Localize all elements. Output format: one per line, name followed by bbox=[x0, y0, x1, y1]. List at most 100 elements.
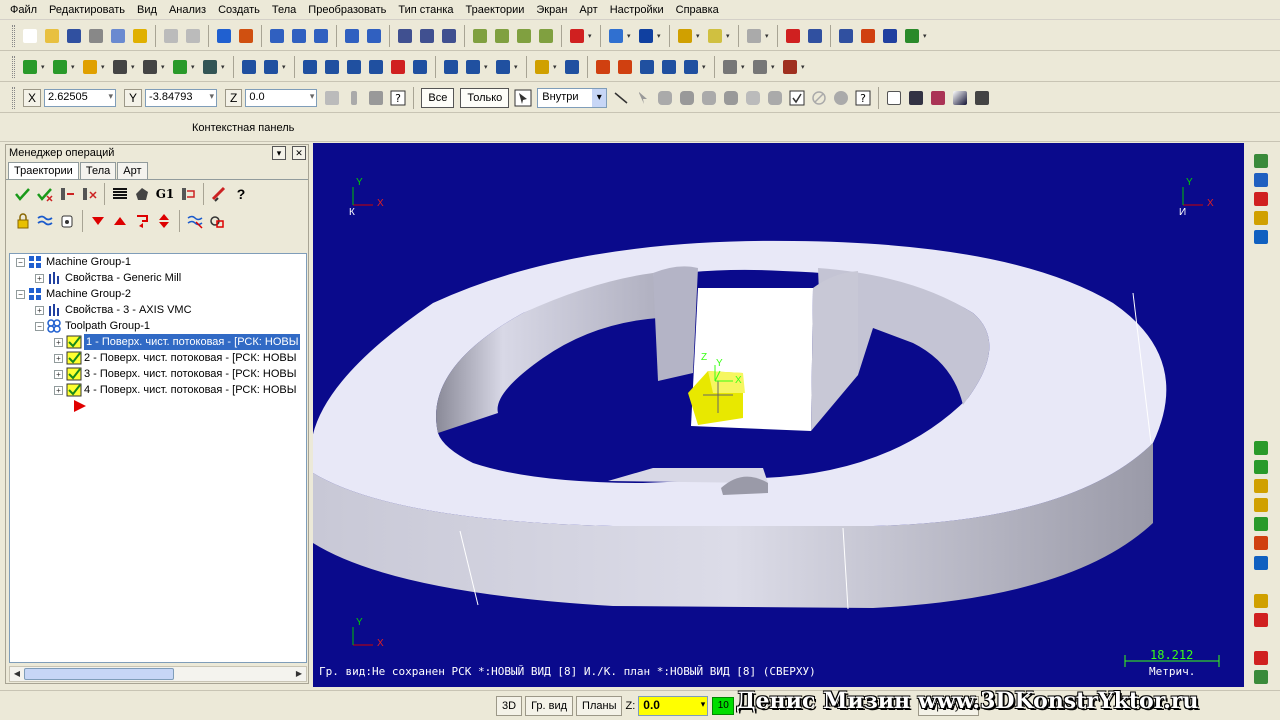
solid-revolve-icon[interactable] bbox=[750, 57, 770, 77]
rotate-icon[interactable] bbox=[322, 57, 342, 77]
outline-icon[interactable] bbox=[536, 26, 556, 46]
shade-color-icon[interactable] bbox=[567, 26, 587, 46]
verify-icon[interactable] bbox=[132, 184, 152, 204]
scale-xyz-icon[interactable] bbox=[463, 57, 483, 77]
dropdown-chevron-down-icon[interactable]: ▾ bbox=[131, 63, 137, 71]
delete-icon[interactable] bbox=[858, 26, 878, 46]
selection-mode-icon[interactable] bbox=[513, 88, 533, 108]
dropdown-chevron-down-icon[interactable]: ▾ bbox=[696, 32, 702, 40]
single-op-icon[interactable] bbox=[207, 211, 227, 231]
menu-item-9[interactable]: Экран bbox=[530, 1, 573, 19]
break-icon[interactable] bbox=[261, 57, 281, 77]
view-front-icon[interactable] bbox=[1252, 172, 1270, 187]
create-sphere-icon[interactable] bbox=[1252, 555, 1270, 570]
drill-icon[interactable] bbox=[532, 57, 552, 77]
tree-item[interactable]: − Machine Group-1 bbox=[10, 254, 306, 270]
view-top-icon[interactable] bbox=[417, 26, 437, 46]
scroll-thumb[interactable] bbox=[24, 668, 174, 680]
tree-item[interactable]: +2 - Поверх. чист. потоковая - [РСК: НОВ… bbox=[10, 350, 306, 366]
toolbar-grip[interactable] bbox=[12, 86, 15, 109]
create-rect-icon[interactable] bbox=[1252, 536, 1270, 551]
dropdown-chevron-down-icon[interactable]: ▾ bbox=[627, 32, 633, 40]
wire-view-icon[interactable] bbox=[492, 26, 512, 46]
create-fillet-icon[interactable] bbox=[1252, 517, 1270, 532]
fillet-icon[interactable] bbox=[110, 57, 130, 77]
new-file-icon[interactable] bbox=[20, 26, 40, 46]
expand-plus-icon[interactable]: + bbox=[35, 273, 44, 283]
dropdown-chevron-down-icon[interactable]: ▾ bbox=[771, 63, 777, 71]
zoom-out-icon[interactable] bbox=[342, 26, 362, 46]
scroll-right-icon[interactable]: ▶ bbox=[292, 667, 306, 681]
panel-menu-chevron-down-icon[interactable]: ▾ bbox=[272, 146, 286, 160]
menu-item-6[interactable]: Преобразовать bbox=[302, 1, 392, 19]
dropdown-chevron-down-icon[interactable]: ▾ bbox=[41, 63, 47, 71]
graphic-view-button[interactable]: Гр. вид bbox=[525, 695, 574, 716]
expand-plus-icon[interactable]: + bbox=[54, 337, 63, 347]
menu-item-8[interactable]: Траектории bbox=[460, 1, 531, 19]
view-iso-icon[interactable] bbox=[1252, 210, 1270, 225]
solid-feature-icon[interactable] bbox=[743, 88, 763, 108]
clear-icon[interactable] bbox=[130, 26, 150, 46]
tree-item[interactable]: +3 - Поверх. чист. потоковая - [РСК: НОВ… bbox=[10, 366, 306, 382]
planes-button[interactable]: Планы bbox=[576, 695, 623, 716]
scale-icon[interactable] bbox=[805, 26, 825, 46]
attribute-icon[interactable] bbox=[1252, 670, 1270, 685]
list-icon[interactable] bbox=[615, 57, 635, 77]
toolbar-grip[interactable] bbox=[12, 55, 15, 78]
project-icon[interactable] bbox=[388, 57, 408, 77]
zoom-window-icon[interactable] bbox=[289, 26, 309, 46]
insert-pointer-row[interactable] bbox=[10, 398, 306, 414]
mirror-icon[interactable] bbox=[836, 26, 856, 46]
solid-sweep-icon[interactable] bbox=[780, 57, 800, 77]
dropdown-chevron-down-icon[interactable]: ▾ bbox=[702, 63, 708, 71]
menu-item-1[interactable]: Редактировать bbox=[43, 1, 131, 19]
dropdown-chevron-down-icon[interactable]: ▾ bbox=[726, 32, 732, 40]
g1-simulate-icon[interactable]: G1 bbox=[154, 184, 176, 204]
edit-color-icon[interactable] bbox=[1252, 593, 1270, 608]
solid-extrude-icon[interactable] bbox=[720, 57, 740, 77]
undo-icon[interactable] bbox=[161, 26, 181, 46]
translate-icon[interactable] bbox=[441, 57, 461, 77]
create-circle-icon[interactable] bbox=[1252, 498, 1270, 513]
redo-icon[interactable] bbox=[183, 26, 203, 46]
menu-item-11[interactable]: Настройки bbox=[604, 1, 670, 19]
chamfer-icon[interactable] bbox=[140, 57, 160, 77]
scroll-to-insert-icon[interactable] bbox=[185, 211, 205, 231]
dropdown-chevron-down-icon[interactable]: ▾ bbox=[484, 63, 490, 71]
menu-item-10[interactable]: Арт bbox=[573, 1, 603, 19]
solid-loop-icon[interactable] bbox=[721, 88, 741, 108]
menu-item-0[interactable]: Файл bbox=[4, 1, 43, 19]
view-plane-icon[interactable] bbox=[1252, 230, 1270, 245]
expand-plus-icon[interactable]: + bbox=[54, 369, 63, 379]
select-dirty-ops-icon[interactable] bbox=[35, 184, 55, 204]
view-right-icon[interactable] bbox=[1252, 191, 1270, 206]
zoom-in-icon[interactable] bbox=[311, 26, 331, 46]
offset-icon[interactable] bbox=[300, 57, 320, 77]
fast-point-icon[interactable] bbox=[322, 88, 342, 108]
expand-plus-icon[interactable]: + bbox=[54, 353, 63, 363]
shaded-icon[interactable] bbox=[514, 26, 534, 46]
mirror-x-icon[interactable] bbox=[344, 57, 364, 77]
line-select-icon[interactable] bbox=[611, 88, 631, 108]
lock-icon[interactable] bbox=[13, 211, 33, 231]
solid-face-icon[interactable] bbox=[655, 88, 675, 108]
dimension-icon[interactable] bbox=[493, 57, 513, 77]
z-coord-label[interactable]: Z bbox=[225, 88, 243, 107]
collapse-minus-icon[interactable]: − bbox=[16, 289, 25, 299]
render-icon[interactable] bbox=[950, 88, 970, 108]
fillet-surf-icon[interactable] bbox=[681, 57, 701, 77]
analyze-icon[interactable] bbox=[744, 26, 764, 46]
dropdown-chevron-down-icon[interactable]: ▾ bbox=[71, 63, 77, 71]
tree-item[interactable]: + Свойства - 3 - AXIS VMC bbox=[10, 302, 306, 318]
dropdown-chevron-down-icon[interactable]: ▾ bbox=[221, 63, 227, 71]
solid-view-icon[interactable] bbox=[470, 26, 490, 46]
regenerate-ops-icon[interactable] bbox=[57, 184, 77, 204]
z-depth-input[interactable]: 0.0 bbox=[638, 695, 709, 716]
tab-art[interactable]: Арт bbox=[117, 162, 148, 179]
collapse-minus-icon[interactable]: − bbox=[35, 321, 44, 331]
move-insert-icon[interactable] bbox=[154, 211, 174, 231]
dropdown-chevron-down-icon[interactable]: ▾ bbox=[588, 32, 594, 40]
zoom-half-icon[interactable] bbox=[364, 26, 384, 46]
move-up-icon[interactable] bbox=[110, 211, 130, 231]
camera-icon[interactable] bbox=[972, 88, 992, 108]
